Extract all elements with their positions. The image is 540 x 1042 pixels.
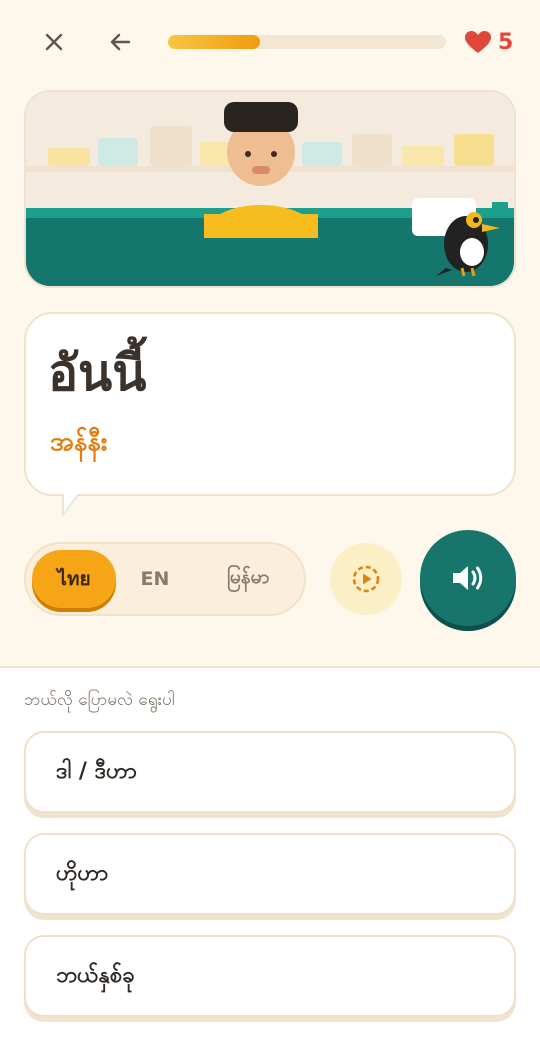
language-option-thai[interactable]: ไทย [32,550,116,608]
heart-icon [465,31,491,53]
hearts-counter: 5 [464,26,513,58]
speech-tail [64,488,82,512]
answer-option-3[interactable]: ဘယ်နှစ်ခု [24,935,516,1017]
language-option-myanmar[interactable]: မြန်မာ [198,550,298,608]
lesson-progress-bar [168,35,446,49]
back-button[interactable] [104,26,136,58]
shop-scene-image [26,92,514,286]
question-prompt: ဘယ်လို ပြောမလဲ ရွေးပါ [24,690,175,710]
close-button[interactable] [38,26,70,58]
target-word: อันนี้ [48,344,147,402]
close-icon [45,33,63,51]
slow-play-icon [352,565,380,593]
top-bar: 5 [0,0,540,84]
answer-option-2[interactable]: ဟိုဟာ [24,833,516,915]
transliteration: အန်နီး [50,427,108,457]
language-option-english[interactable]: EN [120,550,190,608]
scene-illustration [24,90,516,288]
slow-audio-button[interactable] [330,543,402,615]
play-audio-button[interactable] [420,530,516,626]
progress-fill [168,35,260,49]
arrow-left-icon [110,33,131,51]
answer-option-1[interactable]: ဒါ / ဒီဟာ [24,731,516,813]
language-switcher: ไทย EN မြန်မာ [24,542,306,616]
hearts-count: 5 [498,29,514,55]
speaker-icon [453,566,483,590]
